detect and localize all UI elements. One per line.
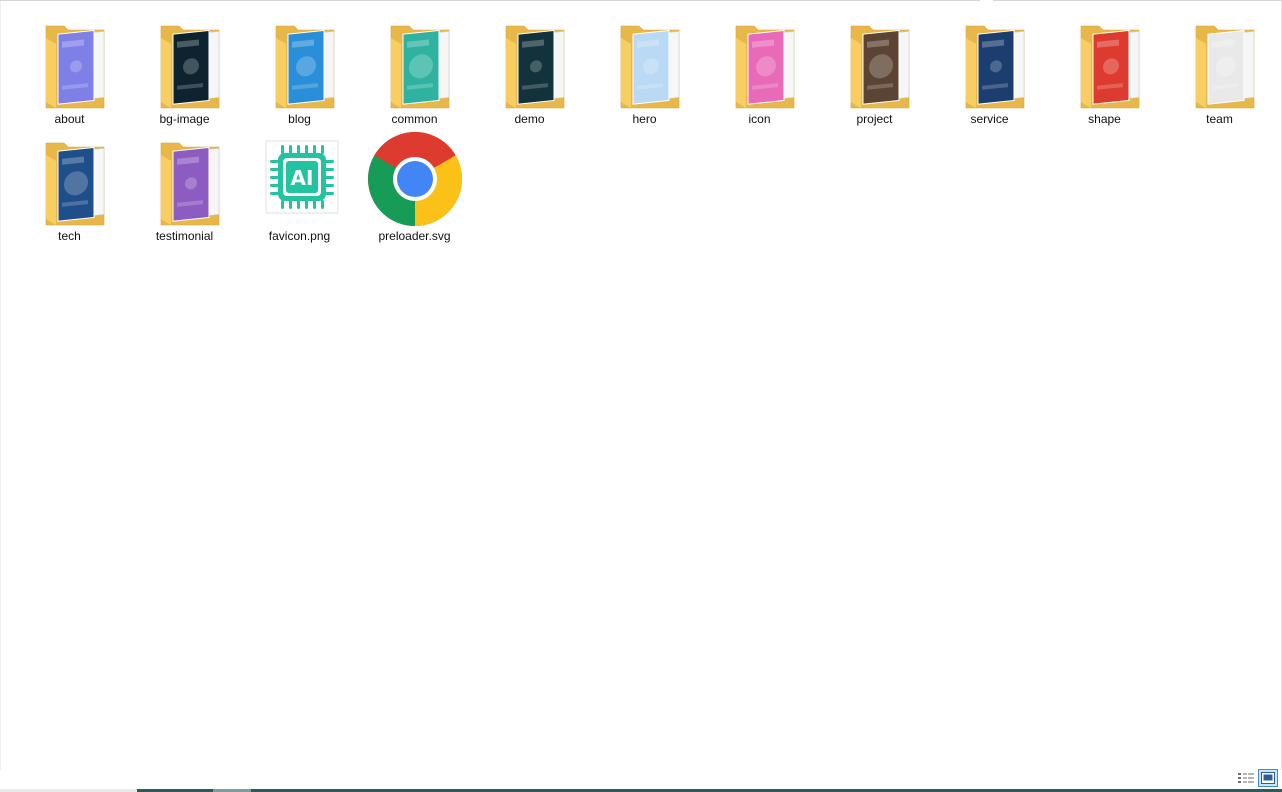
folder-testimonial[interactable]: testimonial <box>127 131 242 246</box>
folder-icon <box>22 14 118 110</box>
folder-icon <box>1057 14 1153 110</box>
item-label: blog <box>288 112 311 126</box>
folder-service[interactable]: service <box>932 14 1047 129</box>
folder-icon <box>712 14 808 110</box>
folder-icon <box>252 14 348 110</box>
folder-common[interactable]: common <box>357 14 472 129</box>
file-preloader-svg[interactable]: preloader.svg <box>357 131 472 246</box>
item-label: hero <box>632 112 657 126</box>
item-label: project <box>856 112 893 126</box>
item-label: team <box>1206 112 1233 126</box>
item-label: about <box>54 112 85 126</box>
folder-blog[interactable]: blog <box>242 14 357 129</box>
details-view-icon <box>1238 773 1254 783</box>
large-icons-view-button[interactable] <box>1258 769 1278 787</box>
window-left-edge <box>0 0 1 770</box>
item-label: demo <box>514 112 545 126</box>
folder-icon <box>22 131 118 227</box>
folder-shape[interactable]: shape <box>1047 14 1162 129</box>
header-divider <box>0 0 1282 2</box>
folder-demo[interactable]: demo <box>472 14 587 129</box>
folder-icon <box>367 14 463 110</box>
item-label: bg-image <box>159 112 210 126</box>
folder-icon <box>942 14 1038 110</box>
item-label: preloader.svg <box>378 229 451 243</box>
ai-chip-icon: AI <box>252 131 348 227</box>
item-label: testimonial <box>155 229 214 243</box>
item-label: common <box>391 112 438 126</box>
item-label: tech <box>58 229 81 243</box>
item-label: service <box>970 112 1009 126</box>
folder-icon <box>827 14 923 110</box>
details-view-button[interactable] <box>1236 769 1256 787</box>
folder-icon <box>137 131 233 227</box>
folder-about[interactable]: about <box>12 14 127 129</box>
folder-icon <box>482 14 578 110</box>
folder-tech[interactable]: tech <box>12 131 127 246</box>
item-label: favicon.png <box>268 229 331 243</box>
folder-team[interactable]: team <box>1162 14 1277 129</box>
file-favicon-png[interactable]: AI favicon.png <box>242 131 357 246</box>
item-label: shape <box>1088 112 1121 126</box>
folder-icon <box>137 14 233 110</box>
item-label: icon <box>748 112 771 126</box>
folder-hero[interactable]: hero <box>587 14 702 129</box>
folder-project[interactable]: project <box>817 14 932 129</box>
chrome-icon <box>367 131 463 227</box>
folder-bg-image[interactable]: bg-image <box>127 14 242 129</box>
large-icons-view-icon <box>1261 772 1275 784</box>
file-grid: about bg-image blog common demo hero ico… <box>12 14 1274 264</box>
folder-icon <box>1172 14 1268 110</box>
folder-icon <box>597 14 693 110</box>
folder-icon[interactable]: icon <box>702 14 817 129</box>
svg-text:AI: AI <box>290 166 313 190</box>
